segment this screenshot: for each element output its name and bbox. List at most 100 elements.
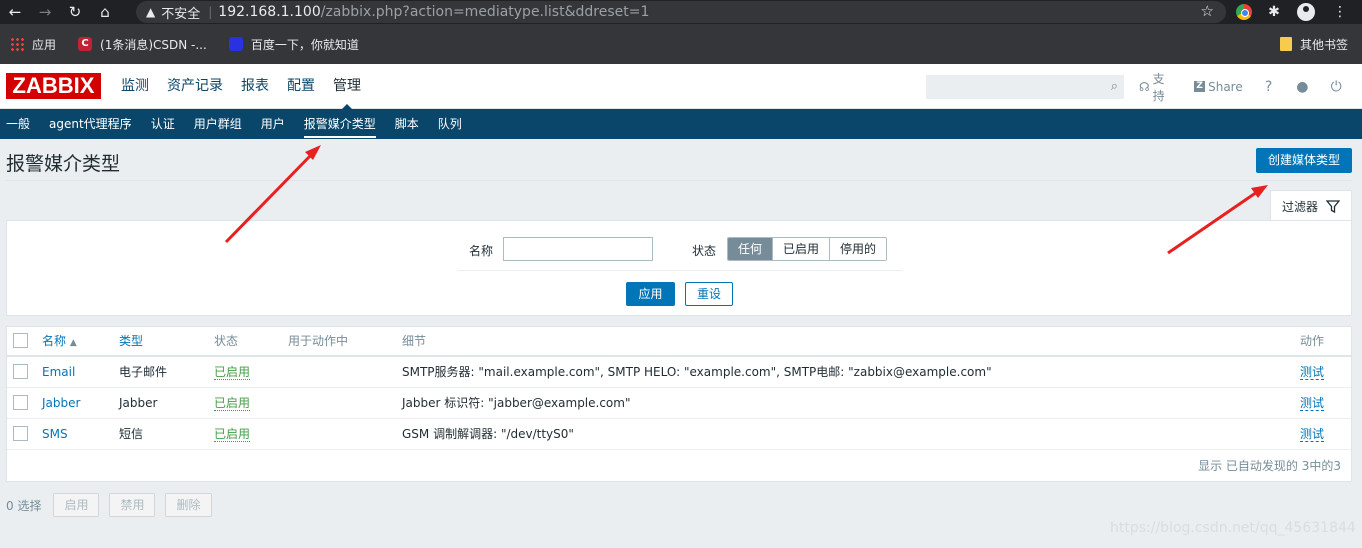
submenu-authentication[interactable]: 认证: [151, 109, 175, 139]
table-row: Email 电子邮件 已启用 SMTP服务器: "mail.example.co…: [7, 357, 1351, 388]
submenu-queue[interactable]: 队列: [438, 109, 462, 139]
bookmark-csdn[interactable]: C (1条消息)CSDN -...: [78, 36, 207, 53]
bulk-actions-bar: 0 选择 启用 禁用 删除: [6, 493, 222, 517]
filter-status-segmented: 任何 已启用 停用的: [727, 237, 888, 261]
insecure-label: 不安全: [161, 6, 201, 22]
page-title: 报警媒介类型: [6, 153, 121, 175]
filter-tab[interactable]: 过滤器: [1270, 190, 1352, 221]
reload-icon[interactable]: ↻: [60, 0, 90, 24]
zabbix-logo[interactable]: ZABBIX: [6, 73, 101, 99]
user-profile-icon[interactable]: ●: [1295, 79, 1311, 95]
headset-icon: ☊: [1139, 79, 1150, 94]
baidu-icon: [228, 37, 243, 51]
browser-menu-icon[interactable]: ⋮: [1330, 2, 1350, 22]
select-all-checkbox[interactable]: [13, 333, 28, 348]
header-links: ☊ 支持 Z Share ? ● ⏻: [1139, 64, 1362, 109]
support-link[interactable]: ☊ 支持: [1139, 70, 1176, 104]
status-any-option[interactable]: 任何: [728, 238, 774, 260]
filter-reset-button[interactable]: 重设: [685, 282, 733, 306]
create-media-type-button[interactable]: 创建媒体类型: [1256, 148, 1352, 173]
table-row: Jabber Jabber 已启用 Jabber 标识符: "jabber@ex…: [7, 388, 1351, 419]
status-enabled-link[interactable]: 已启用: [214, 396, 251, 411]
row-checkbox[interactable]: [13, 395, 28, 410]
filter-tab-label: 过滤器: [1281, 199, 1318, 214]
submenu-users[interactable]: 用户: [261, 109, 285, 139]
column-name-label: 名称: [42, 334, 67, 348]
menu-administration[interactable]: 管理: [324, 64, 370, 110]
global-search-input[interactable]: ⌕: [926, 75, 1124, 99]
filter-name-label: 名称: [469, 244, 494, 258]
watermark: https://blog.csdn.net/qq_45631844: [1110, 520, 1356, 536]
media-type-details: Jabber 标识符: "jabber@example.com": [402, 396, 631, 410]
help-icon[interactable]: ?: [1261, 79, 1277, 95]
forward-icon[interactable]: →: [30, 0, 60, 24]
status-enabled-link[interactable]: 已启用: [214, 427, 251, 442]
menu-monitoring[interactable]: 监测: [112, 64, 158, 109]
profile-icon[interactable]: [1296, 2, 1316, 22]
media-type-name-link[interactable]: SMS: [42, 419, 68, 450]
media-type-details: SMTP服务器: "mail.example.com", SMTP HELO: …: [402, 365, 992, 379]
test-link[interactable]: 测试: [1300, 365, 1325, 380]
media-type-type: Jabber: [119, 396, 158, 410]
extensions-puzzle-icon[interactable]: ✱: [1264, 2, 1284, 22]
column-name-header[interactable]: 名称 ▲: [42, 327, 77, 358]
address-bar[interactable]: ▲ 不安全 | 192.168.1.100/zabbix.php?action=…: [136, 1, 1226, 23]
url-text: 192.168.1.100/zabbix.php?action=mediatyp…: [218, 4, 649, 20]
media-type-name-link[interactable]: Email: [42, 357, 75, 388]
media-type-type: 短信: [119, 427, 144, 441]
submenu-proxies[interactable]: agent代理程序: [49, 109, 132, 139]
folder-icon: [1279, 37, 1292, 51]
bulk-disable-button[interactable]: 禁用: [109, 493, 156, 517]
menu-reports[interactable]: 报表: [232, 64, 278, 109]
search-icon[interactable]: ⌕: [1111, 79, 1118, 94]
status-disabled-option[interactable]: 停用的: [830, 238, 887, 260]
media-types-table: 名称 ▲ 类型 状态 用于动作中 细节 动作 Email 电子邮件 已启用 SM…: [6, 326, 1352, 482]
bookmark-star-icon[interactable]: ☆: [1201, 2, 1214, 20]
warning-icon: ▲: [146, 5, 156, 19]
share-link[interactable]: Z Share: [1194, 80, 1243, 94]
status-cell: 已启用: [214, 388, 251, 419]
url-host: 192.168.1.100: [218, 4, 321, 20]
submenu-scripts[interactable]: 脚本: [395, 109, 419, 139]
media-type-details: GSM 调制解调器: "/dev/ttyS0": [402, 427, 574, 441]
column-action-header: 动作: [1300, 334, 1325, 348]
bookmark-label: 应用: [32, 37, 57, 52]
submenu-media-types[interactable]: 报警媒介类型: [303, 109, 376, 139]
filter-apply-button[interactable]: 应用: [626, 282, 675, 306]
column-type-header[interactable]: 类型: [119, 327, 143, 358]
menu-inventory[interactable]: 资产记录: [158, 64, 232, 109]
chrome-extension-icon[interactable]: [1234, 2, 1254, 22]
submenu-user-groups[interactable]: 用户群组: [194, 109, 242, 139]
other-bookmarks[interactable]: 其他书签: [1279, 36, 1348, 53]
bookmark-apps[interactable]: 应用: [10, 36, 56, 53]
column-details-header: 细节: [402, 334, 427, 348]
bulk-enable-button[interactable]: 启用: [53, 493, 100, 517]
share-label: Share: [1208, 79, 1243, 94]
status-cell: 已启用: [214, 419, 251, 450]
row-checkbox[interactable]: [13, 426, 28, 441]
bulk-delete-button[interactable]: 删除: [165, 493, 212, 517]
status-enabled-option[interactable]: 已启用: [773, 238, 831, 260]
submenu-general[interactable]: 一般: [6, 109, 30, 139]
filter-panel: 名称 状态 任何 已启用 停用的 应用 重设: [6, 220, 1352, 316]
bookmarks-bar: 应用 C (1条消息)CSDN -... 百度一下，你就知道 其他书签: [0, 24, 1362, 64]
action-cell: 测试: [1300, 357, 1325, 388]
bookmark-baidu[interactable]: 百度一下，你就知道: [228, 36, 359, 53]
home-icon[interactable]: ⌂: [90, 0, 120, 24]
logout-icon[interactable]: ⏻: [1328, 79, 1344, 95]
back-icon[interactable]: ←: [0, 0, 30, 24]
menu-configuration[interactable]: 配置: [278, 64, 324, 109]
filter-status-label: 状态: [692, 244, 717, 258]
apps-grid-icon: [10, 37, 24, 51]
browser-toolbar: ← → ↻ ⌂ ▲ 不安全 | 192.168.1.100/zabbix.php…: [0, 0, 1362, 24]
csdn-icon: C: [78, 37, 93, 51]
test-link[interactable]: 测试: [1300, 396, 1325, 411]
row-checkbox[interactable]: [13, 364, 28, 379]
url-path: /zabbix.php?action=mediatype.list&ddrese…: [320, 4, 650, 20]
status-enabled-link[interactable]: 已启用: [214, 365, 251, 380]
zabbix-header: ZABBIX 监测 资产记录 报表 配置 管理 ⌕ ☊ 支持 Z Share ? ●…: [0, 64, 1362, 110]
filter-name-input[interactable]: [503, 237, 653, 261]
media-type-name-link[interactable]: Jabber: [42, 388, 80, 419]
test-link[interactable]: 测试: [1300, 427, 1325, 442]
support-label: 支持: [1152, 71, 1165, 103]
